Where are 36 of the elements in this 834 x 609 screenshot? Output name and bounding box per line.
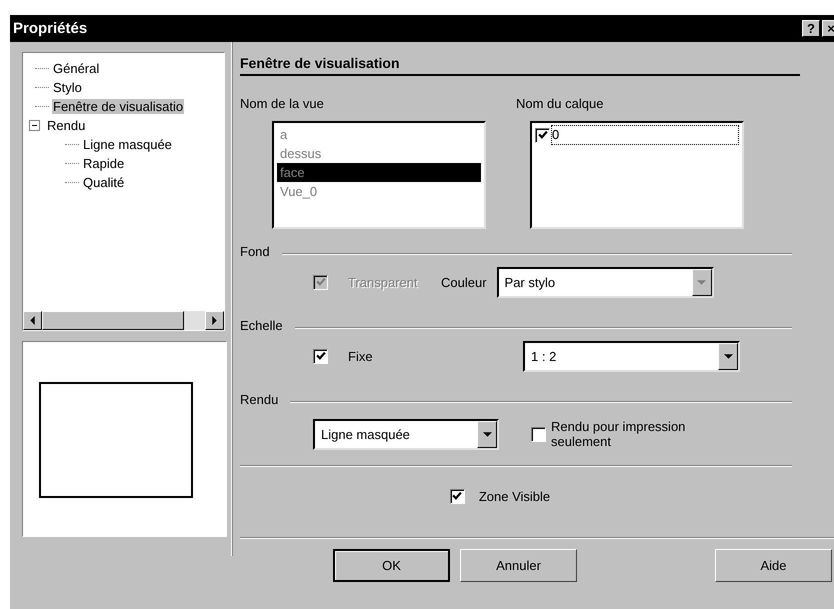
horizontal-scrollbar[interactable] — [23, 310, 224, 330]
tree-item[interactable]: Qualité — [82, 175, 126, 190]
group-label: Rendu — [240, 392, 278, 406]
list-item[interactable]: 0 — [551, 125, 739, 145]
tree-item[interactable]: Fenêtre de visualisatio — [52, 99, 184, 114]
dialog-button[interactable]: Annuler — [460, 549, 577, 582]
dialog-button[interactable]: Aide — [715, 549, 832, 582]
tree-item[interactable]: Stylo — [52, 80, 83, 95]
scroll-left-icon[interactable] — [30, 316, 35, 325]
checkbox[interactable] — [535, 128, 550, 142]
group-label: Echelle — [240, 318, 283, 332]
tree-item[interactable]: Rapide — [82, 156, 126, 171]
dropdown[interactable]: 1 : 2 — [523, 340, 740, 372]
checkbox[interactable] — [313, 348, 328, 364]
dropdown[interactable]: Ligne masquée — [313, 418, 499, 450]
close-button[interactable]: × — [822, 20, 834, 37]
checkbox-label: Zone Visible — [478, 488, 550, 504]
checkbox-label: Transparent — [348, 274, 419, 290]
tree-item[interactable]: Ligne masquée — [82, 137, 173, 152]
collapse-icon[interactable] — [29, 120, 40, 131]
checkbox[interactable] — [450, 488, 465, 504]
field-label: Couleur — [441, 274, 487, 290]
group-label: Fond — [240, 244, 270, 258]
dialog-button[interactable]: OK — [333, 549, 450, 582]
scroll-right-icon[interactable] — [212, 316, 217, 325]
section-title: Fenêtre de visualisation — [240, 55, 800, 76]
checkbox-label: Fixe — [348, 348, 374, 364]
list-label: Nom du calque — [516, 96, 604, 111]
list-label: Nom de la vue — [240, 96, 324, 111]
help-button[interactable]: ? — [802, 20, 820, 37]
tree-item[interactable]: Rendu — [46, 118, 86, 133]
window-title: Propriétés — [12, 20, 88, 37]
checkbox[interactable] — [531, 426, 546, 442]
layer-list[interactable]: 0 — [530, 121, 744, 229]
checkbox-label: Rendu pour impression seulement — [551, 419, 686, 449]
tree-item[interactable]: Général — [52, 61, 100, 76]
